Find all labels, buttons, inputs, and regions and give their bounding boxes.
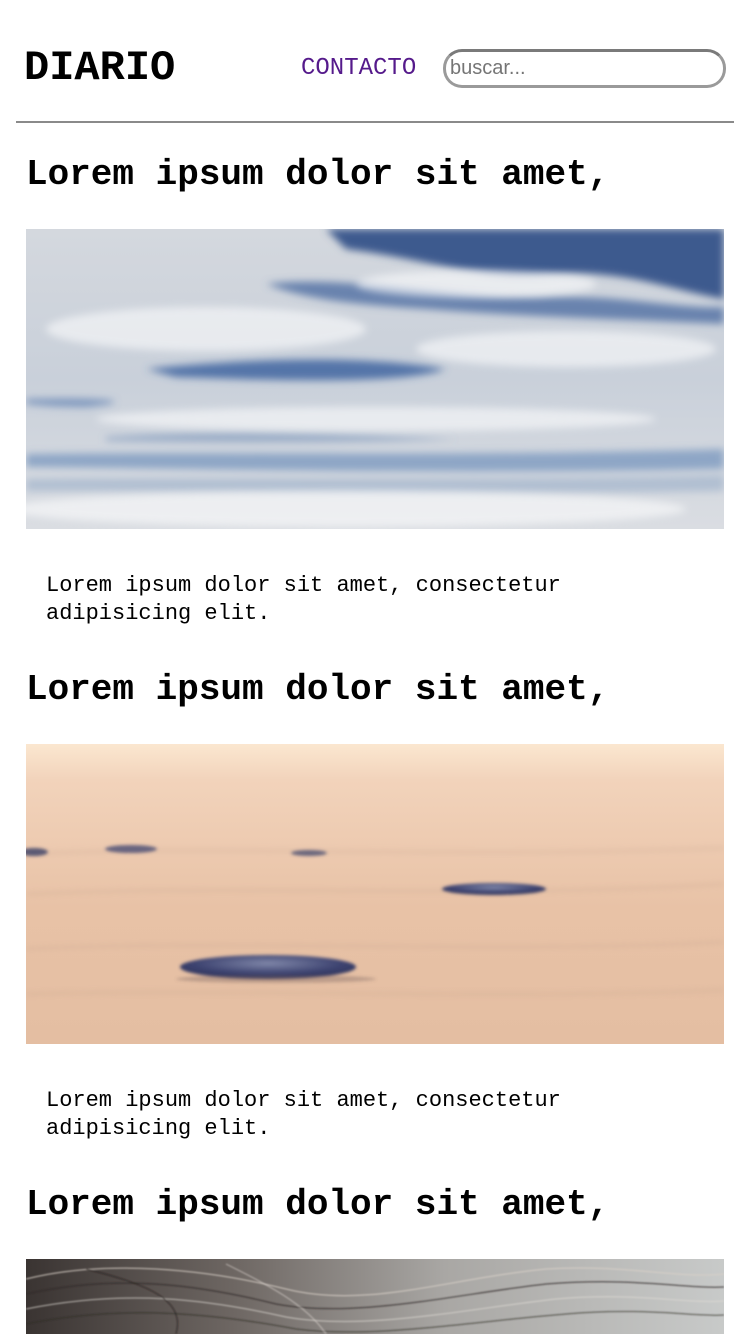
article-card: Lorem ipsum dolor sit amet, — [26, 155, 724, 626]
article-title[interactable]: Lorem ipsum dolor sit amet, — [26, 670, 724, 710]
sand-stones-photo — [26, 744, 724, 1044]
article-card: Lorem ipsum dolor sit amet, — [26, 1185, 724, 1334]
article-title[interactable]: Lorem ipsum dolor sit amet, — [26, 155, 724, 195]
article-title[interactable]: Lorem ipsum dolor sit amet, — [26, 1185, 724, 1225]
search-input[interactable] — [443, 49, 726, 88]
nav-link-contacto[interactable]: CONTACTO — [301, 55, 416, 83]
rippled-texture-photo — [26, 1259, 724, 1334]
article-excerpt: Lorem ipsum dolor sit amet, consectetur … — [46, 573, 561, 626]
article-card: Lorem ipsum dolor sit amet, — [26, 670, 724, 1141]
site-header: DIARIO CONTACTO — [16, 0, 734, 123]
cloudy-sky-photo — [26, 229, 724, 529]
article-excerpt: Lorem ipsum dolor sit amet, consectetur … — [46, 1088, 561, 1141]
site-logo[interactable]: DIARIO — [24, 44, 175, 92]
